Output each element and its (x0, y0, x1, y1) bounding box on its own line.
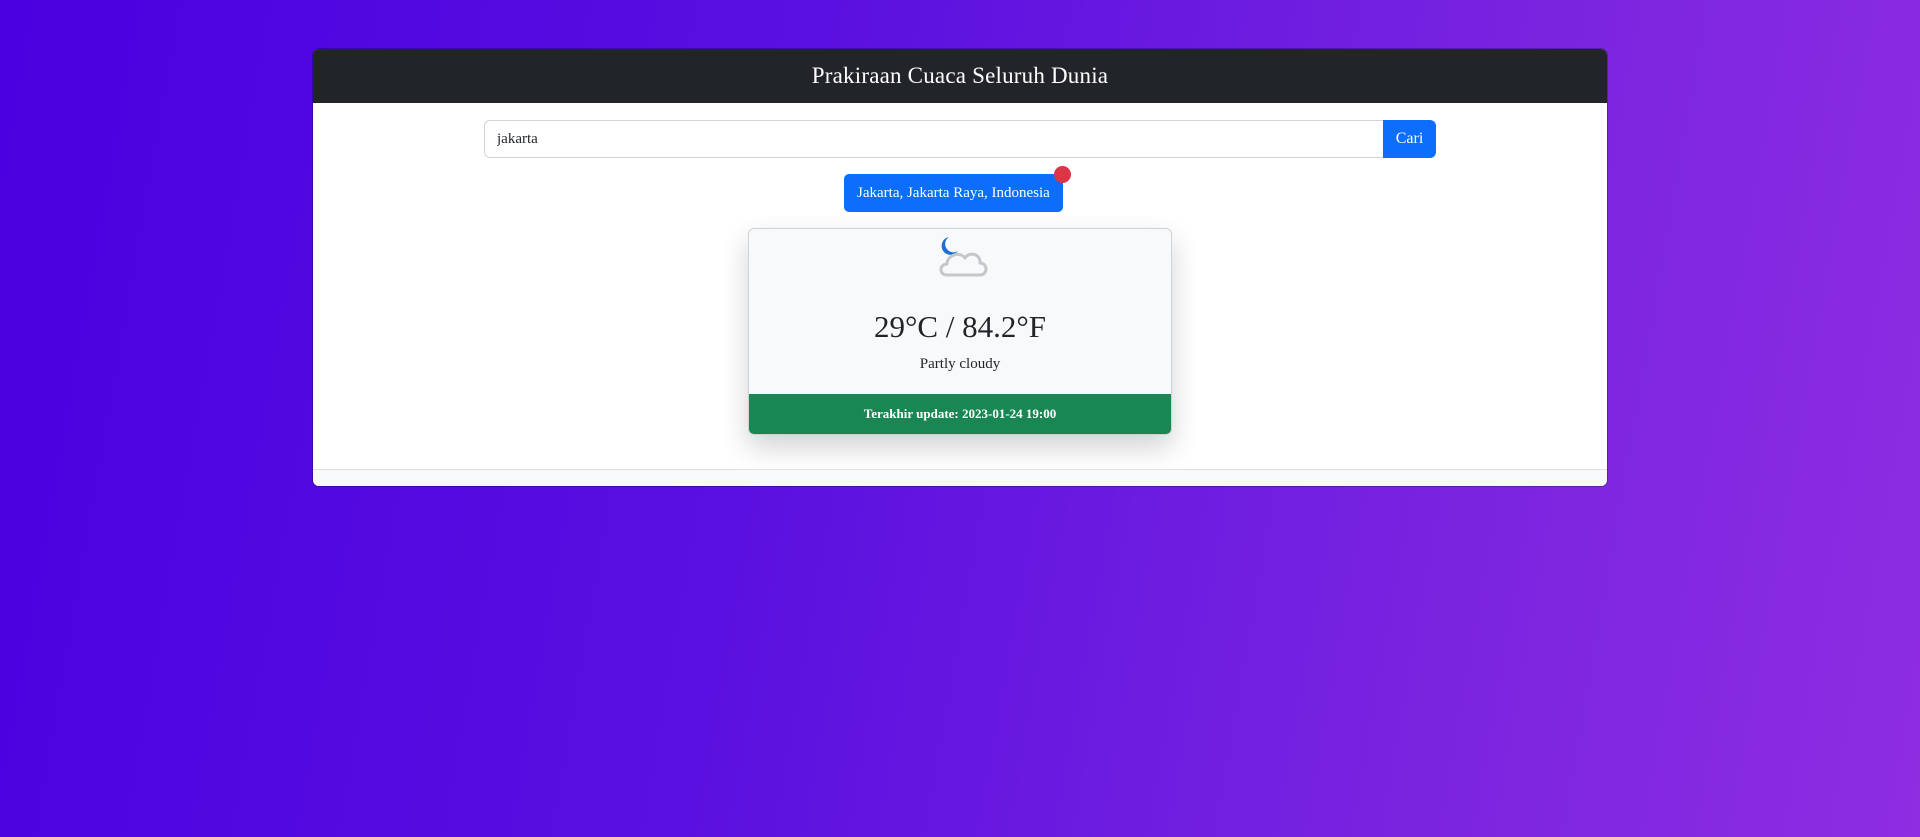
last-update-bar: Terakhir update: 2023-01-24 19:00 (749, 394, 1171, 434)
weather-app-panel: Prakiraan Cuaca Seluruh Dunia Cari Jakar… (313, 49, 1607, 486)
search-bar: Cari (484, 120, 1436, 158)
partly-cloudy-night-icon (933, 231, 989, 281)
app-footer (313, 469, 1607, 486)
search-button[interactable]: Cari (1383, 120, 1436, 158)
search-input[interactable] (484, 120, 1383, 158)
weather-card: 29°C / 84.2°F Partly cloudy Terakhir upd… (748, 228, 1172, 435)
notification-dot (1053, 166, 1071, 183)
page-title: Prakiraan Cuaca Seluruh Dunia (811, 63, 1109, 88)
last-update-text: Terakhir update: 2023-01-24 19:00 (863, 406, 1057, 421)
app-header: Prakiraan Cuaca Seluruh Dunia (313, 49, 1607, 103)
weather-condition: Partly cloudy (919, 356, 1001, 372)
location-chip-button[interactable]: Jakarta, Jakarta Raya, Indonesia (844, 174, 1063, 212)
location-result: Jakarta, Jakarta Raya, Indonesia (844, 166, 1071, 212)
temperature-value: 29°C / 84.2°F (873, 309, 1047, 344)
